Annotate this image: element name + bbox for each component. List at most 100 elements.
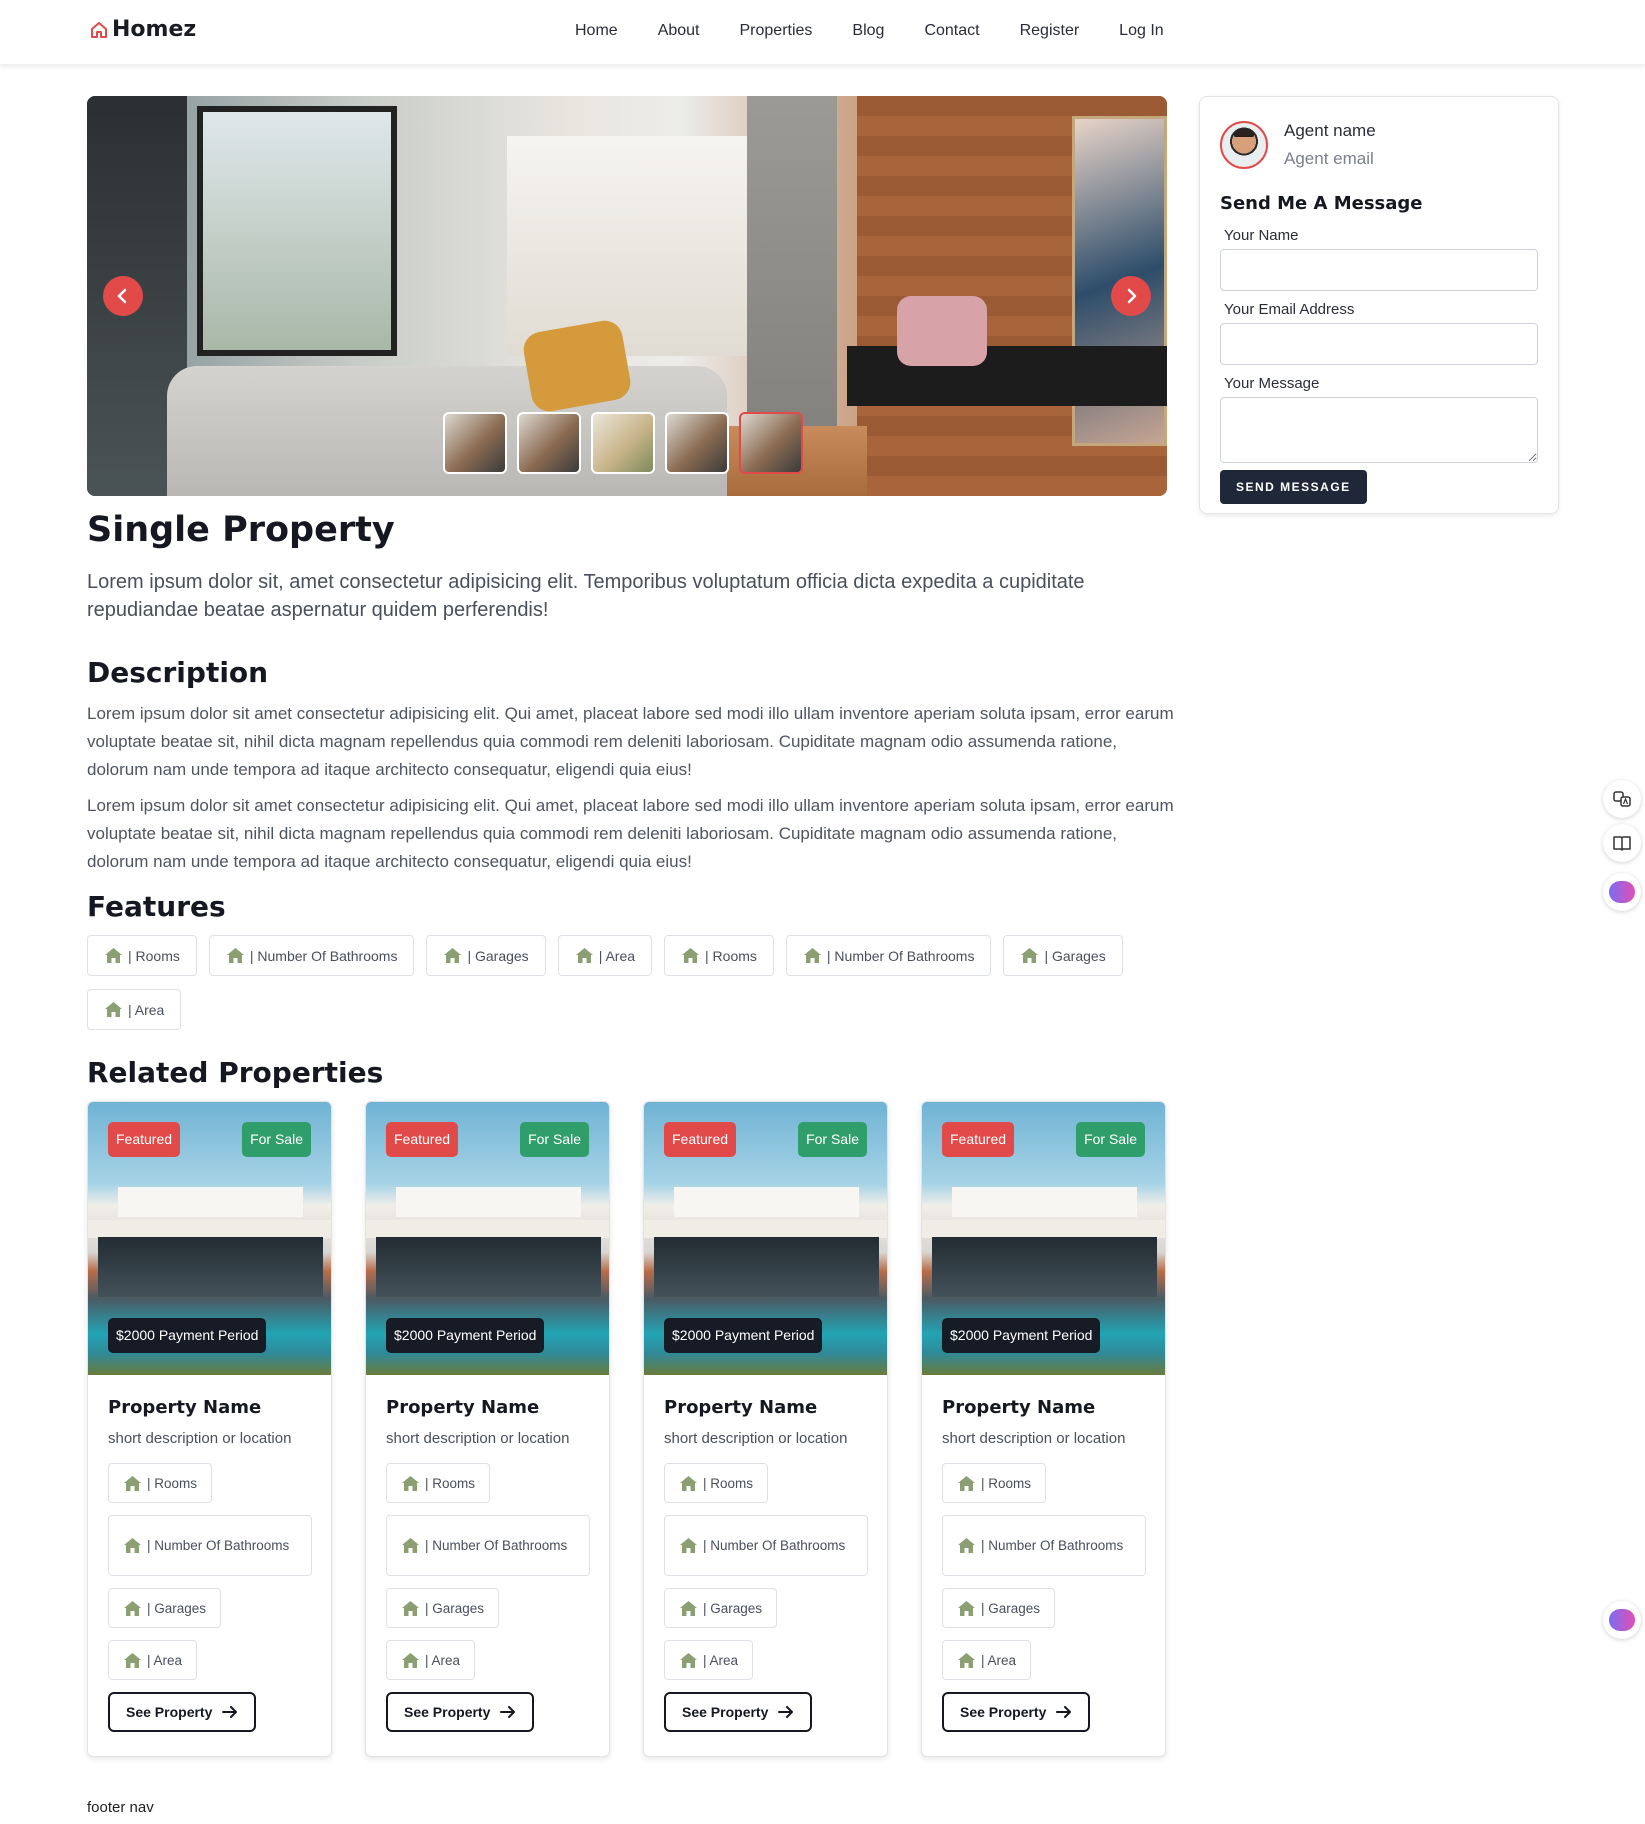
gallery-prev-button[interactable]: [103, 276, 143, 316]
translate-button[interactable]: [1603, 780, 1641, 818]
home-icon: [124, 1475, 141, 1491]
name-field[interactable]: [1220, 249, 1538, 291]
property-card-image[interactable]: Featured For Sale $2000 Payment Period: [88, 1102, 331, 1375]
gallery-thumbnail[interactable]: [591, 412, 655, 474]
home-icon: [680, 1652, 697, 1668]
feature-chip: | Area: [557, 935, 653, 976]
feature-chip: | Area: [87, 989, 182, 1030]
home-icon: [958, 1652, 975, 1668]
card-feature-chip: | Garages: [108, 1588, 222, 1628]
home-icon: [803, 948, 821, 963]
arrow-right-icon: [222, 1706, 238, 1718]
property-card-image[interactable]: Featured For Sale $2000 Payment Period: [644, 1102, 887, 1375]
nav-link-about[interactable]: About: [658, 22, 700, 40]
card-feature-label: | Rooms: [147, 1475, 198, 1491]
message-field[interactable]: [1220, 397, 1538, 463]
card-features: | Rooms | Number Of Bathrooms | Garages | A…: [664, 1463, 868, 1680]
feature-chip: | Garages: [426, 935, 546, 976]
related-heading: Related Properties: [87, 1056, 384, 1089]
card-feature-label: | Number Of Bathrooms: [703, 1537, 846, 1553]
email-field[interactable]: [1220, 323, 1538, 365]
nav-link-contact[interactable]: Contact: [924, 22, 979, 40]
home-icon: [402, 1600, 419, 1616]
card-feature-label: | Garages: [703, 1600, 763, 1616]
home-icon: [402, 1538, 419, 1553]
ai-assistant-button[interactable]: [1603, 873, 1641, 911]
feature-chip: | Number Of Bathrooms: [785, 935, 992, 976]
card-feature-chip: | Area: [108, 1640, 198, 1680]
home-icon: [680, 1538, 697, 1553]
card-feature-chip: | Garages: [664, 1588, 778, 1628]
home-icon: [1021, 948, 1039, 963]
home-icon: [682, 948, 700, 963]
navbar: Homez Home About Properties Blog Contact…: [0, 0, 1645, 64]
card-feature-label: | Garages: [981, 1600, 1041, 1616]
features-list: | Rooms | Number Of Bathrooms | Garages | A…: [87, 935, 1177, 1030]
for-sale-badge: For Sale: [1076, 1122, 1145, 1157]
see-property-button[interactable]: See Property: [386, 1692, 535, 1732]
brain-icon: [1609, 881, 1635, 903]
gallery-thumbnail[interactable]: [517, 412, 581, 474]
agent-name: Agent name: [1284, 121, 1376, 140]
card-feature-label: | Garages: [425, 1600, 485, 1616]
card-feature-chip: | Garages: [386, 1588, 500, 1628]
home-icon: [226, 948, 244, 963]
nav-link-properties[interactable]: Properties: [740, 22, 813, 40]
gallery-thumbnail[interactable]: [665, 412, 729, 474]
card-feature-chip: | Rooms: [942, 1463, 1047, 1503]
property-gallery: [87, 96, 1167, 496]
property-card-title: Property Name: [664, 1397, 818, 1418]
card-feature-label: | Rooms: [981, 1475, 1032, 1491]
see-property-label: See Property: [960, 1704, 1047, 1720]
feature-label: | Rooms: [128, 947, 180, 964]
property-card-image[interactable]: Featured For Sale $2000 Payment Period: [922, 1102, 1165, 1375]
card-feature-label: | Number Of Bathrooms: [425, 1537, 568, 1553]
gallery-next-button[interactable]: [1111, 276, 1151, 316]
description-paragraph: Lorem ipsum dolor sit amet consectetur a…: [87, 704, 1174, 779]
home-icon: [124, 1538, 141, 1553]
property-card-description: short description or location: [942, 1430, 1126, 1447]
feature-label: | Rooms: [705, 947, 757, 964]
card-feature-chip: | Area: [942, 1640, 1032, 1680]
book-reader-icon: [1613, 836, 1631, 851]
nav-link-register[interactable]: Register: [1020, 22, 1080, 40]
main-nav: Home About Properties Blog Contact Regis…: [575, 22, 1204, 40]
property-card-description: short description or location: [386, 1430, 570, 1447]
arrow-right-icon: [1056, 1706, 1072, 1718]
card-feature-chip: | Number Of Bathrooms: [664, 1515, 868, 1576]
nav-link-blog[interactable]: Blog: [852, 22, 884, 40]
price-badge: $2000 Payment Period: [386, 1318, 545, 1353]
card-feature-label: | Number Of Bathrooms: [147, 1537, 290, 1553]
ai-assistant-button[interactable]: [1603, 1601, 1641, 1639]
property-card: Featured For Sale $2000 Payment Period Prop…: [87, 1101, 332, 1757]
card-feature-label: | Number Of Bathrooms: [981, 1537, 1124, 1553]
home-icon: [575, 948, 593, 963]
featured-badge: Featured: [386, 1122, 459, 1157]
see-property-button[interactable]: See Property: [942, 1692, 1091, 1732]
email-label: Your Email Address: [1224, 301, 1355, 318]
gallery-thumbnails: [443, 412, 803, 474]
feature-label: | Garages: [467, 947, 529, 964]
nav-link-login[interactable]: Log In: [1119, 22, 1163, 40]
agent-contact-card: Agent name Agent email Send Me A Message…: [1199, 96, 1559, 514]
see-property-button[interactable]: See Property: [108, 1692, 257, 1732]
feature-chip: | Garages: [1003, 935, 1123, 976]
agent-avatar: [1220, 121, 1268, 169]
card-feature-chip: | Rooms: [386, 1463, 491, 1503]
see-property-button[interactable]: See Property: [664, 1692, 813, 1732]
name-label: Your Name: [1224, 227, 1299, 244]
property-card: Featured For Sale $2000 Payment Period Prop…: [365, 1101, 610, 1757]
brain-icon: [1609, 1609, 1635, 1631]
send-message-button[interactable]: SEND MESSAGE: [1220, 470, 1367, 504]
card-feature-label: | Garages: [147, 1600, 207, 1616]
reader-mode-button[interactable]: [1603, 824, 1641, 862]
home-icon: [124, 1652, 141, 1668]
brand-logo[interactable]: Homez: [89, 17, 196, 42]
gallery-thumbnail[interactable]: [443, 412, 507, 474]
card-feature-label: | Area: [425, 1652, 461, 1668]
gallery-thumbnail-active[interactable]: [739, 412, 803, 474]
property-card-image[interactable]: Featured For Sale $2000 Payment Period: [366, 1102, 609, 1375]
message-label: Your Message: [1224, 375, 1320, 392]
related-properties: Featured For Sale $2000 Payment Period Prop…: [87, 1101, 1166, 1757]
nav-link-home[interactable]: Home: [575, 22, 618, 40]
